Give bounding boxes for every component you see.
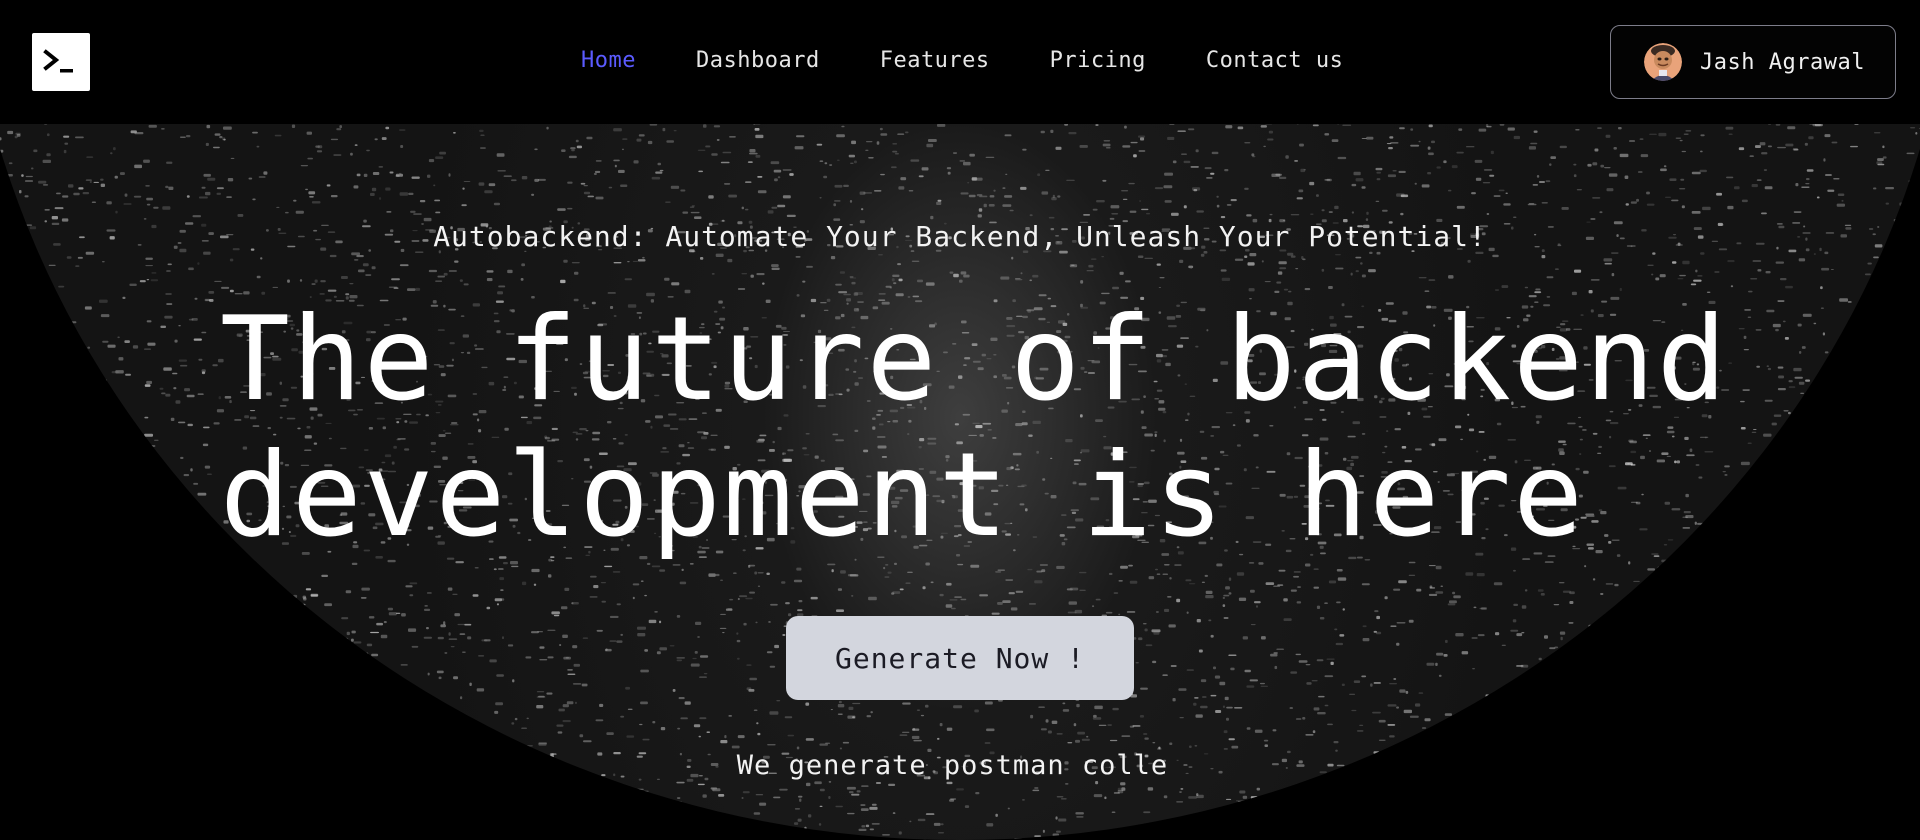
nav-home-link[interactable]: Home [581, 48, 636, 73]
hero-headline: The future of backend development is her… [220, 292, 1840, 564]
nav-dashboard-link[interactable]: Dashboard [696, 48, 820, 73]
nav-links: Home Dashboard Features Pricing Contact … [581, 48, 1343, 73]
navbar: Home Dashboard Features Pricing Contact … [0, 0, 1920, 124]
headline-line-2: development is here [220, 428, 1585, 563]
nav-pricing-link[interactable]: Pricing [1050, 48, 1146, 73]
generate-now-button[interactable]: Generate Now ! [786, 616, 1134, 700]
landing-page: Home Dashboard Features Pricing Contact … [0, 0, 1920, 840]
hero-tagline: Autobackend: Automate Your Backend, Unle… [433, 220, 1487, 253]
avatar-icon [1644, 43, 1682, 81]
nav-contact-link[interactable]: Contact us [1206, 48, 1343, 73]
user-profile-button[interactable]: Jash Agrawal [1610, 25, 1896, 99]
hero-subtext: We generate postman colle [736, 750, 1169, 781]
nav-features-link[interactable]: Features [880, 48, 990, 73]
terminal-prompt-icon [43, 49, 73, 73]
logo[interactable] [32, 33, 90, 91]
headline-line-1: The future of backend [220, 292, 1729, 427]
user-name: Jash Agrawal [1700, 49, 1865, 75]
